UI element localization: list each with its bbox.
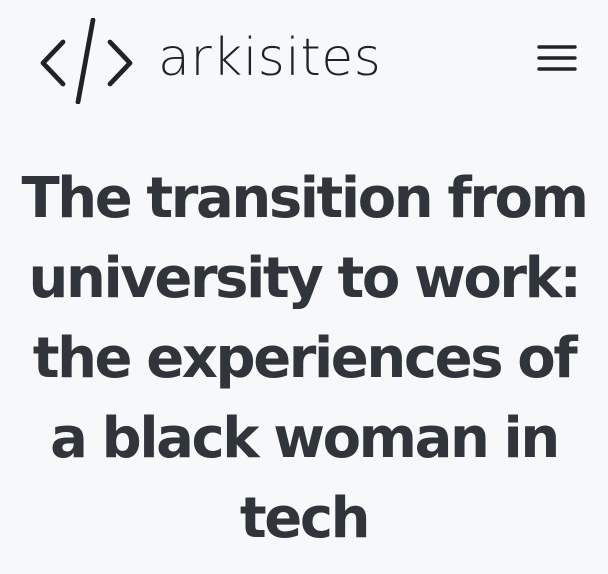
article-main: The transition from university to work: … [0, 0, 608, 574]
article-title: The transition from university to work: … [21, 166, 589, 551]
